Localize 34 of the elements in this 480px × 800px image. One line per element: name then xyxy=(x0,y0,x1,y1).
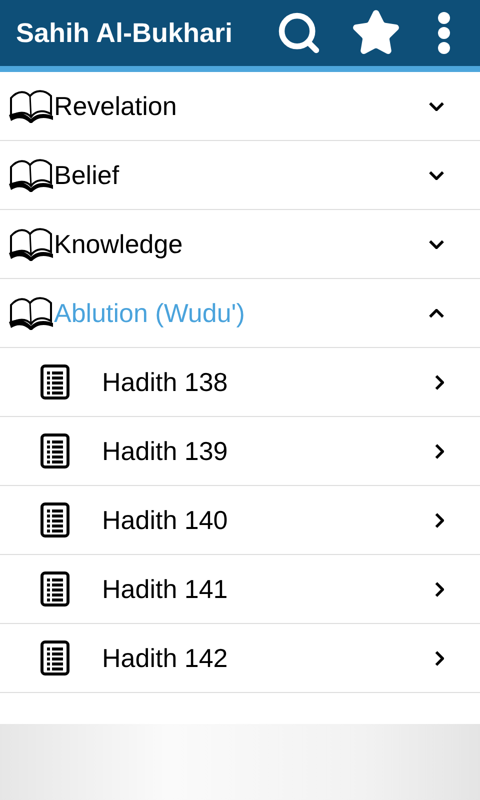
chevron-right-icon xyxy=(435,374,444,390)
hadith-row[interactable]: Hadith 140 xyxy=(0,486,480,555)
expand-icon xyxy=(429,170,444,180)
chapter-row[interactable]: Knowledge xyxy=(0,210,480,279)
search-icon xyxy=(276,10,322,56)
list-document-icon xyxy=(40,640,70,676)
list-document-icon xyxy=(40,364,70,400)
chapter-row[interactable]: Revelation xyxy=(0,72,480,141)
hadith-title: Hadith 140 xyxy=(102,504,229,536)
app-title: Sahih Al-Bukhari xyxy=(16,16,234,50)
hadith-row[interactable]: Hadith 138 xyxy=(0,348,480,417)
list-document-icon xyxy=(40,433,70,469)
hadith-row[interactable]: Hadith 139 xyxy=(0,417,480,486)
list-document-icon xyxy=(40,571,70,607)
more-icon xyxy=(437,11,451,55)
hadith-row[interactable]: Hadith 141 xyxy=(0,555,480,624)
list-document-icon xyxy=(40,502,70,538)
hadith-title: Hadith 139 xyxy=(102,434,229,468)
chapter-title: Revelation xyxy=(54,90,178,122)
hadith-title: Hadith 141 xyxy=(102,572,229,606)
hadith-title: Hadith 138 xyxy=(102,366,229,398)
chapter-title: Belief xyxy=(54,158,120,192)
chevron-right-icon xyxy=(435,512,444,528)
expand-icon xyxy=(429,240,444,248)
chevron-right-icon xyxy=(435,582,444,596)
chapter-title: Ablution (Wudu') xyxy=(54,296,246,330)
chapter-title: Knowledge xyxy=(54,228,184,260)
chapter-row[interactable]: Belief xyxy=(0,141,480,210)
expand-icon xyxy=(429,102,444,110)
collapse-icon xyxy=(429,308,444,318)
hadith-row[interactable]: Hadith 142 xyxy=(0,624,480,693)
hadith-title: Hadith 142 xyxy=(102,642,229,674)
chevron-right-icon xyxy=(435,444,444,458)
chevron-right-icon xyxy=(435,650,444,666)
